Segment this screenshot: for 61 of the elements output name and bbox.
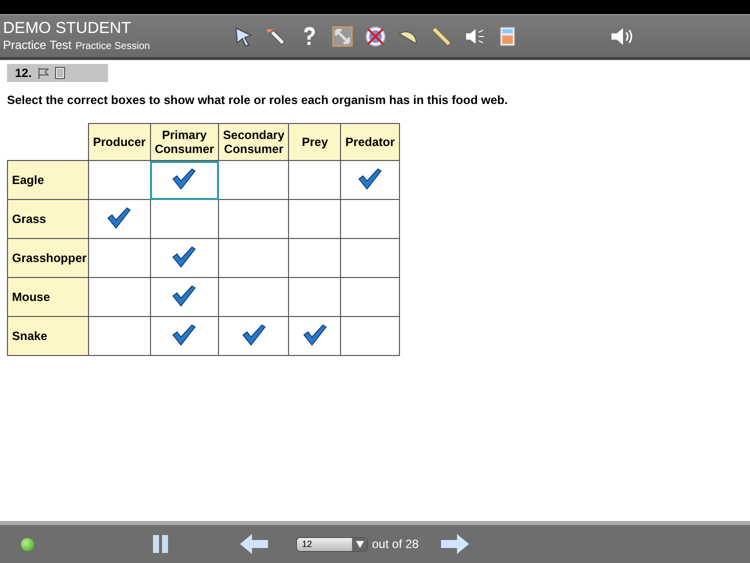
- eliminator-icon[interactable]: [365, 26, 386, 46]
- answer-cell[interactable]: [88, 238, 150, 278]
- flag-icon[interactable]: [38, 68, 49, 78]
- checkmark-icon: [172, 284, 196, 306]
- answer-cell[interactable]: [150, 278, 219, 316]
- answer-cell[interactable]: [288, 238, 341, 278]
- calculator-icon[interactable]: [497, 26, 518, 46]
- answer-cell[interactable]: [150, 238, 219, 278]
- answer-cell[interactable]: [340, 200, 400, 238]
- answer-cell[interactable]: [288, 278, 341, 316]
- column-header: Predator: [340, 124, 400, 160]
- organism-label: Grasshopper: [8, 238, 88, 278]
- answer-cell[interactable]: [288, 316, 341, 356]
- column-header: Prey: [288, 124, 341, 160]
- answer-cell[interactable]: [150, 316, 219, 356]
- expand-icon[interactable]: [332, 26, 353, 46]
- test-name: Practice Test: [3, 38, 72, 52]
- page-total: out of 28: [372, 537, 419, 551]
- page-select[interactable]: 12: [296, 536, 368, 552]
- checkmark-icon: [172, 324, 196, 346]
- student-name: DEMO STUDENT: [3, 20, 132, 38]
- answer-cell[interactable]: [88, 278, 150, 316]
- answer-cell[interactable]: [340, 316, 400, 356]
- answer-cell[interactable]: [218, 200, 289, 238]
- status-light: [21, 538, 34, 550]
- checkmark-icon: [302, 324, 327, 346]
- answer-cell[interactable]: [340, 278, 400, 316]
- pointer-icon[interactable]: [233, 26, 254, 46]
- checkmark-icon: [358, 168, 382, 190]
- organism-label: Snake: [8, 316, 88, 356]
- session-name: Practice Session: [75, 41, 150, 52]
- answer-cell[interactable]: [218, 160, 289, 200]
- column-header: Secondary Consumer: [218, 124, 289, 160]
- answer-cell[interactable]: [218, 278, 289, 316]
- organism-label: Eagle: [8, 160, 88, 200]
- back-arrow-icon[interactable]: [240, 534, 268, 554]
- checkmark-icon: [107, 206, 132, 228]
- answer-cell[interactable]: [288, 200, 341, 238]
- notepad-icon[interactable]: [54, 67, 65, 79]
- column-header: Primary Consumer: [150, 124, 219, 160]
- answer-cell[interactable]: [218, 316, 289, 356]
- question-number: 12.: [15, 66, 32, 80]
- answer-cell[interactable]: [88, 316, 150, 356]
- answer-cell[interactable]: [288, 160, 341, 200]
- column-header: Producer: [88, 124, 150, 160]
- answer-cell[interactable]: [150, 160, 219, 200]
- checkmark-icon: [172, 246, 196, 268]
- answer-cell[interactable]: [218, 238, 289, 278]
- forward-arrow-icon[interactable]: [440, 534, 469, 554]
- ruler-icon[interactable]: [431, 26, 452, 46]
- answer-cell[interactable]: [340, 160, 400, 200]
- answer-cell[interactable]: [150, 200, 219, 238]
- question-instruction: Select the correct boxes to show what role or roles each organism has in this food web.: [7, 93, 509, 107]
- pause-icon[interactable]: [152, 535, 170, 553]
- checkmark-icon: [172, 168, 196, 190]
- answer-cell[interactable]: [340, 238, 400, 278]
- answer-cell[interactable]: [88, 200, 150, 238]
- organism-label: Mouse: [8, 278, 88, 316]
- caret-icon: [356, 540, 364, 548]
- organism-label: Grass: [8, 200, 88, 238]
- checkmark-icon: [242, 324, 266, 346]
